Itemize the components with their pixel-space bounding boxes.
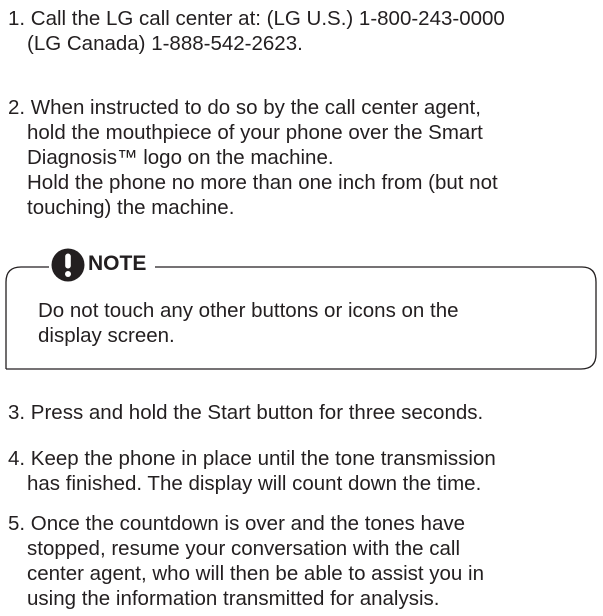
step-5-line-1: 5. Once the countdown is over and the to… [8, 512, 465, 535]
step-1: 1. Call the LG call center at: (LG U.S.)… [8, 6, 598, 56]
step-3-line-1: 3. Press and hold the Start button for t… [8, 401, 484, 424]
step-2-line-5: touching) the machine. [27, 196, 235, 219]
step-2: 2. When instructed to do so by the call … [8, 95, 598, 220]
note-title: NOTE [88, 251, 155, 277]
note-text: Do not touch any other buttons or icons … [38, 298, 578, 348]
step-5-line-2: stopped, resume your conversation with t… [27, 537, 461, 560]
exclamation-icon [51, 248, 85, 282]
step-2-line-1: 2. When instructed to do so by the call … [8, 96, 481, 119]
step-3: 3. Press and hold the Start button for t… [8, 400, 598, 425]
step-2-line-2: hold the mouthpiece of your phone over t… [27, 121, 483, 144]
step-5-line-3: center agent, who will then be able to a… [27, 562, 484, 585]
step-4-line-1: 4. Keep the phone in place until the ton… [8, 447, 496, 470]
step-1-line-1: 1. Call the LG call center at: (LG U.S.)… [8, 7, 505, 30]
step-5: 5. Once the countdown is over and the to… [8, 511, 598, 611]
note-line-2: display screen. [38, 324, 175, 347]
step-2-line-3: Diagnosis™ logo on the machine. [27, 146, 334, 169]
step-4-line-2: has finished. The display will count dow… [27, 472, 482, 495]
step-2-line-4: Hold the phone no more than one inch fro… [27, 171, 498, 194]
step-1-line-2: (LG Canada) 1-888-542-2623. [27, 32, 303, 55]
step-5-line-4: using the information transmitted for an… [27, 587, 440, 610]
note-line-1: Do not touch any other buttons or icons … [38, 299, 459, 322]
instructions-page: 1. Call the LG call center at: (LG U.S.)… [0, 0, 603, 616]
step-4: 4. Keep the phone in place until the ton… [8, 446, 598, 496]
